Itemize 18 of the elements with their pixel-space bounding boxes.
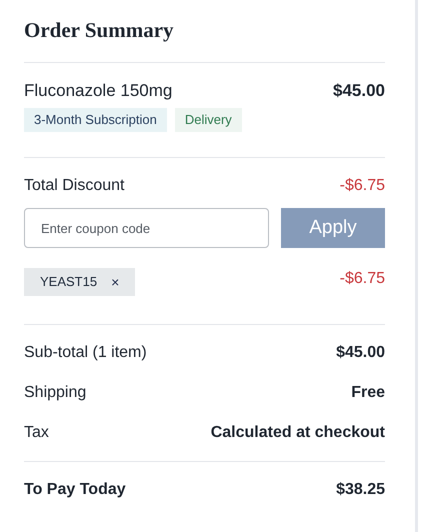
to-pay-amount: $38.25 [336,480,385,500]
coupon-code: YEAST15 [40,273,98,292]
summary-value: Free [351,383,385,403]
remove-coupon-button[interactable]: × [111,275,120,289]
summary-value: Calculated at checkout [210,423,385,443]
discount-amount: -$6.75 [340,176,385,196]
summary-label: Tax [24,423,49,443]
product-price: $45.00 [333,80,385,102]
product-name: Fluconazole 150mg [24,80,172,102]
order-summary-title: Order Summary [24,17,175,44]
summary-label: Sub-total (1 item) [24,343,147,363]
summary-label: Shipping [24,383,86,403]
discount-label: Total Discount [24,176,124,196]
to-pay-label: To Pay Today [24,480,126,500]
summary-value: $45.00 [336,343,385,363]
coupon-discount: -$6.75 [340,269,385,289]
tag: 3-Month Subscription [24,108,167,132]
tag: Delivery [174,108,242,132]
